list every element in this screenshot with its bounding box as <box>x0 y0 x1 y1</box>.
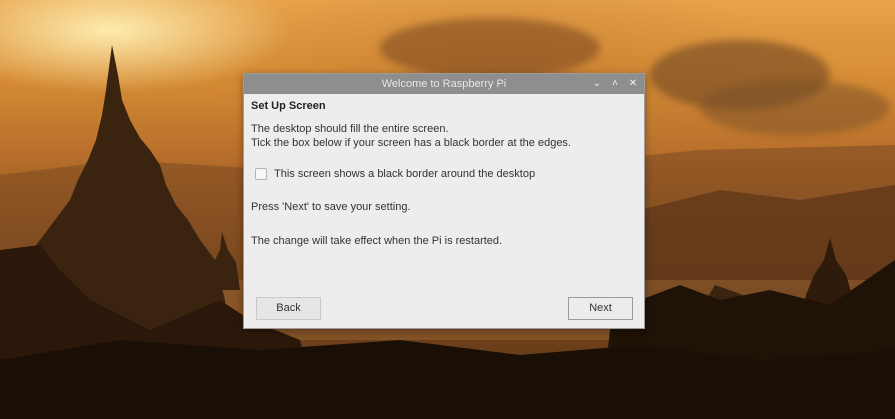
back-button[interactable]: Back <box>256 297 321 320</box>
dialog-titlebar[interactable]: Welcome to Raspberry Pi ⌄ ˄ ✕ <box>244 74 644 94</box>
next-hint-text: Press 'Next' to save your setting. <box>251 201 411 213</box>
black-border-option[interactable]: This screen shows a black border around … <box>251 168 637 180</box>
description-line-1: The desktop should fill the entire scree… <box>251 123 449 135</box>
page-title: Set Up Screen <box>251 100 326 112</box>
dialog-content: Set Up Screen The desktop should fill th… <box>244 94 644 248</box>
black-border-checkbox-label[interactable]: This screen shows a black border around … <box>274 168 535 180</box>
welcome-dialog: Welcome to Raspberry Pi ⌄ ˄ ✕ Set Up Scr… <box>243 73 645 329</box>
chevron-up-icon[interactable]: ˄ <box>610 79 620 89</box>
black-border-checkbox[interactable] <box>255 168 267 180</box>
description-line-2: Tick the box below if your screen has a … <box>251 137 571 149</box>
restart-note-text: The change will take effect when the Pi … <box>251 235 503 247</box>
dialog-title: Welcome to Raspberry Pi <box>381 78 507 90</box>
window-controls: ⌄ ˄ ✕ <box>592 74 638 94</box>
next-button[interactable]: Next <box>568 297 633 320</box>
close-icon[interactable]: ✕ <box>628 79 638 89</box>
chevron-down-icon[interactable]: ⌄ <box>592 79 602 89</box>
desktop-wallpaper: Welcome to Raspberry Pi ⌄ ˄ ✕ Set Up Scr… <box>0 0 895 419</box>
